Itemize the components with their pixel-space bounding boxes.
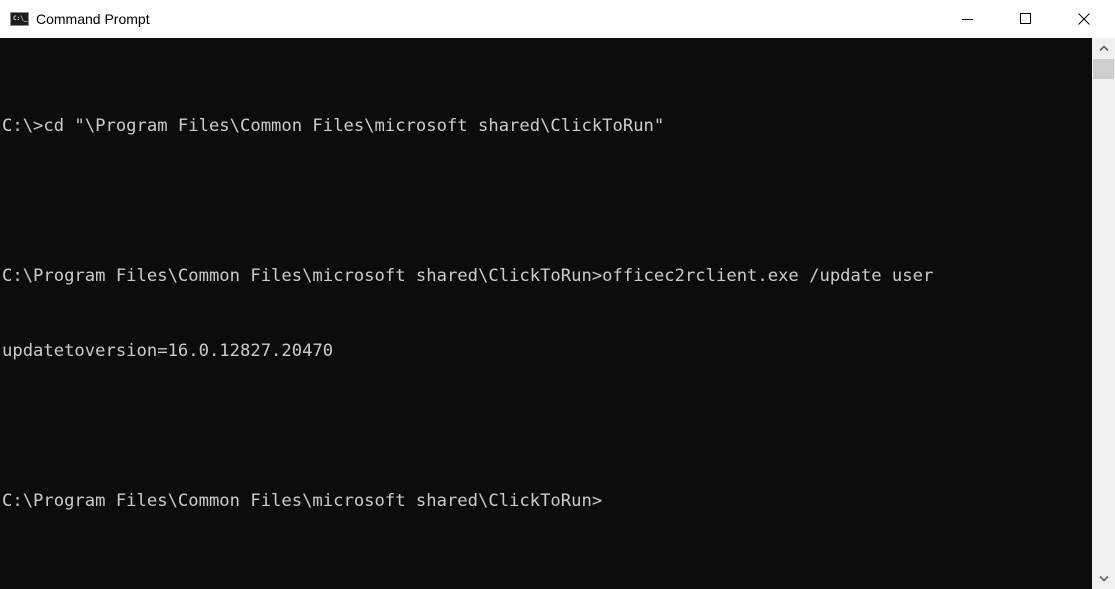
console-line: C:\>cd "\Program Files\Common Files\micr…: [2, 116, 665, 136]
minimize-button[interactable]: [939, 0, 997, 38]
console-line: C:\Program Files\Common Files\microsoft …: [2, 266, 934, 286]
console-prompt-line[interactable]: C:\Program Files\Common Files\microsoft …: [2, 489, 933, 514]
scroll-thumb[interactable]: [1093, 59, 1114, 79]
chevron-up-icon: [1098, 45, 1109, 51]
vertical-scrollbar[interactable]: [1092, 38, 1115, 589]
console-output: C:\>cd "\Program Files\Common Files\micr…: [2, 64, 933, 564]
chevron-down-icon: [1098, 576, 1109, 582]
close-icon: [1078, 13, 1090, 25]
maximize-icon: [1020, 13, 1031, 24]
cmd-icon-glyph: C:\_: [13, 15, 28, 22]
console-area[interactable]: C:\>cd "\Program Files\Common Files\micr…: [0, 38, 1092, 589]
console-line: updatetoversion=16.0.12827.20470: [2, 341, 334, 361]
close-button[interactable]: [1055, 0, 1113, 38]
cmd-icon[interactable]: C:\_: [10, 12, 29, 26]
window-title: Command Prompt: [36, 11, 150, 27]
minimize-icon: [962, 19, 973, 20]
scroll-up-button[interactable]: [1092, 38, 1115, 58]
title-bar[interactable]: C:\_ Command Prompt: [0, 0, 1115, 38]
maximize-button[interactable]: [997, 0, 1055, 38]
scroll-down-button[interactable]: [1092, 569, 1115, 589]
